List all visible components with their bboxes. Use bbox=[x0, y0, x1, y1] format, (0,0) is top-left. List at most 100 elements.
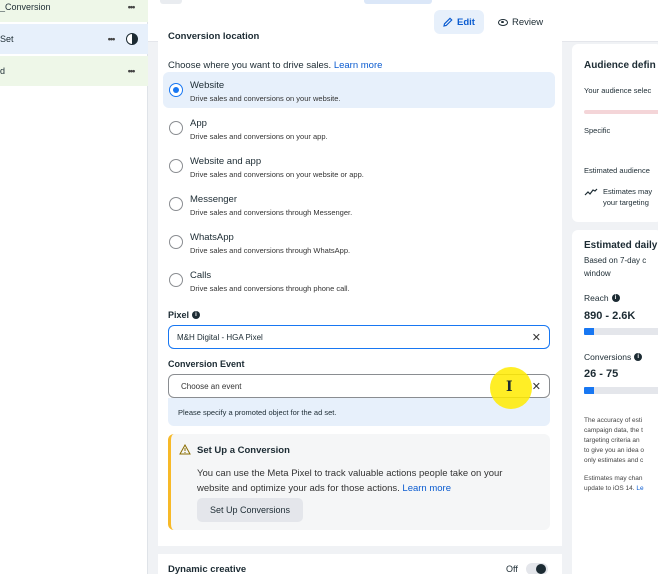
edit-label: Edit bbox=[457, 16, 475, 28]
warning-icon bbox=[179, 444, 191, 455]
pixel-input[interactable]: M&H Digital - HGA Pixel ✕ bbox=[168, 325, 550, 349]
header-tab-stub bbox=[160, 0, 182, 4]
option-title: WhatsApp bbox=[190, 232, 234, 243]
estimated-audience-label: Estimated audience bbox=[584, 166, 650, 175]
audience-line: Your audience selec bbox=[584, 86, 652, 95]
option-description: Drive sales and conversions through What… bbox=[190, 246, 351, 255]
conversion-settings-card: Conversion location Choose where you wan… bbox=[158, 31, 562, 546]
reach-value: 890 - 2.6K bbox=[584, 310, 636, 322]
learn-more-link[interactable]: Le bbox=[636, 485, 643, 492]
pixel-value: M&H Digital - HGA Pixel bbox=[177, 332, 263, 342]
conversions-bar-fill bbox=[584, 387, 594, 394]
option-app[interactable]: App Drive sales and conversions on your … bbox=[163, 110, 555, 146]
conversions-label: Conversions i bbox=[584, 352, 643, 362]
learn-more-link[interactable]: Learn more bbox=[402, 483, 451, 494]
option-description: Drive sales and conversions on your app. bbox=[190, 132, 328, 141]
option-title: App bbox=[190, 118, 207, 129]
set-up-conversions-button[interactable]: Set Up Conversions bbox=[197, 498, 303, 522]
conversion-location-instruction: Choose where you want to drive sales. Le… bbox=[168, 60, 382, 71]
instruction-text: Choose where you want to drive sales. bbox=[168, 60, 332, 71]
fine-line: only estimates and c bbox=[584, 457, 644, 464]
setup-conversion-notice: Set Up a Conversion You can use the Meta… bbox=[168, 434, 550, 530]
trend-icon bbox=[584, 187, 598, 199]
tree-row-ad[interactable]: d ••• bbox=[0, 56, 148, 86]
option-description: Drive sales and conversions on your webs… bbox=[190, 170, 364, 179]
audience-note-line: your targeting bbox=[603, 198, 649, 207]
reach-bar-fill bbox=[584, 328, 594, 335]
ios-note: Estimates may chan update to iOS 14. Le bbox=[584, 474, 644, 494]
more-options-icon[interactable]: ••• bbox=[102, 34, 120, 44]
radio-messenger[interactable] bbox=[169, 197, 183, 211]
section-title: Conversion location bbox=[168, 31, 260, 42]
radio-app[interactable] bbox=[169, 121, 183, 135]
option-title: Messenger bbox=[190, 194, 237, 205]
daily-results-title: Estimated daily bbox=[584, 240, 658, 251]
conversions-value: 26 - 75 bbox=[584, 368, 619, 380]
fine-line: Estimates may chan bbox=[584, 475, 643, 482]
pencil-icon bbox=[443, 17, 453, 27]
option-title: Website and app bbox=[190, 156, 262, 167]
fine-line: The accuracy of esti bbox=[584, 417, 643, 424]
fine-line: to give you an idea o bbox=[584, 447, 644, 454]
audience-definition-panel: Audience defin Your audience selec Speci… bbox=[572, 44, 658, 222]
more-options-icon[interactable]: ••• bbox=[122, 66, 140, 76]
option-description: Drive sales and conversions through phon… bbox=[190, 284, 350, 293]
fine-line: update to iOS 14. Le bbox=[584, 484, 644, 494]
conversions-bar bbox=[584, 387, 658, 394]
clear-icon[interactable]: ✕ bbox=[532, 331, 541, 344]
toggle-state: Off bbox=[506, 564, 518, 574]
subtitle-line: window bbox=[584, 269, 611, 278]
estimated-daily-results-panel: Estimated daily Based on 7-day c window … bbox=[572, 230, 658, 574]
reach-bar bbox=[584, 328, 658, 335]
review-button[interactable]: Review bbox=[494, 10, 552, 34]
tree-row-label: d bbox=[0, 66, 6, 76]
audience-title: Audience defin bbox=[584, 60, 656, 71]
more-options-icon[interactable]: ••• bbox=[122, 2, 140, 12]
tree-row-campaign[interactable]: _Conversion ••• bbox=[0, 0, 148, 22]
conversion-event-placeholder: Choose an event bbox=[181, 381, 242, 391]
setup-conversion-body: You can use the Meta Pixel to track valu… bbox=[197, 466, 537, 496]
edit-button[interactable]: Edit bbox=[434, 10, 484, 34]
accuracy-note: The accuracy of esti campaign data, the … bbox=[584, 416, 644, 466]
radio-website-and-app[interactable] bbox=[169, 159, 183, 173]
eye-icon bbox=[498, 18, 508, 26]
info-icon[interactable]: i bbox=[192, 311, 201, 319]
audience-specific: Specific bbox=[584, 126, 611, 135]
learn-more-link[interactable]: Learn more bbox=[334, 60, 383, 71]
pixel-label-text: Pixel bbox=[168, 310, 190, 320]
radio-calls[interactable] bbox=[169, 273, 183, 287]
option-messenger[interactable]: Messenger Drive sales and conversions th… bbox=[163, 186, 555, 222]
pixel-label: Pixel i bbox=[168, 310, 201, 320]
clear-icon[interactable]: ✕ bbox=[532, 380, 541, 393]
info-icon[interactable]: i bbox=[611, 294, 620, 302]
conversions-label-text: Conversions bbox=[584, 352, 632, 362]
option-description: Drive sales and conversions through Mess… bbox=[190, 208, 353, 217]
option-description: Drive sales and conversions on your webs… bbox=[190, 94, 341, 103]
review-label: Review bbox=[512, 16, 544, 28]
fine-text: update to iOS 14. bbox=[584, 485, 635, 492]
tree-row-label: Set bbox=[0, 34, 14, 44]
dynamic-creative-card: Dynamic creative Off bbox=[158, 554, 562, 574]
info-icon[interactable]: i bbox=[634, 353, 643, 361]
radio-website[interactable] bbox=[169, 83, 183, 97]
tree-row-ad-set[interactable]: Set ••• bbox=[0, 24, 148, 54]
radio-whatsapp[interactable] bbox=[169, 235, 183, 249]
option-title: Calls bbox=[190, 270, 212, 281]
option-calls[interactable]: Calls Drive sales and conversions throug… bbox=[163, 262, 555, 298]
reach-label: Reach i bbox=[584, 293, 620, 303]
subtitle-line: Based on 7-day c bbox=[584, 256, 647, 265]
audience-note-line: Estimates may bbox=[603, 187, 653, 196]
option-website-and-app[interactable]: Website and app Drive sales and conversi… bbox=[163, 148, 555, 184]
daily-results-subtitle: Based on 7-day c window bbox=[584, 254, 646, 280]
header-tab-stub bbox=[364, 0, 432, 4]
option-website[interactable]: Website Drive sales and conversions on y… bbox=[163, 72, 555, 108]
fine-line: campaign data, the t bbox=[584, 427, 643, 434]
dynamic-creative-toggle[interactable] bbox=[526, 563, 548, 574]
audience-note: Estimates may your targeting bbox=[603, 186, 652, 208]
setup-conversion-title: Set Up a Conversion bbox=[197, 445, 290, 456]
fine-line: targeting criteria an bbox=[584, 437, 640, 444]
tree-row-label: _Conversion bbox=[0, 2, 51, 12]
dynamic-creative-title: Dynamic creative bbox=[168, 564, 247, 574]
conversion-event-label: Conversion Event bbox=[168, 359, 245, 369]
option-whatsapp[interactable]: WhatsApp Drive sales and conversions thr… bbox=[163, 224, 555, 260]
